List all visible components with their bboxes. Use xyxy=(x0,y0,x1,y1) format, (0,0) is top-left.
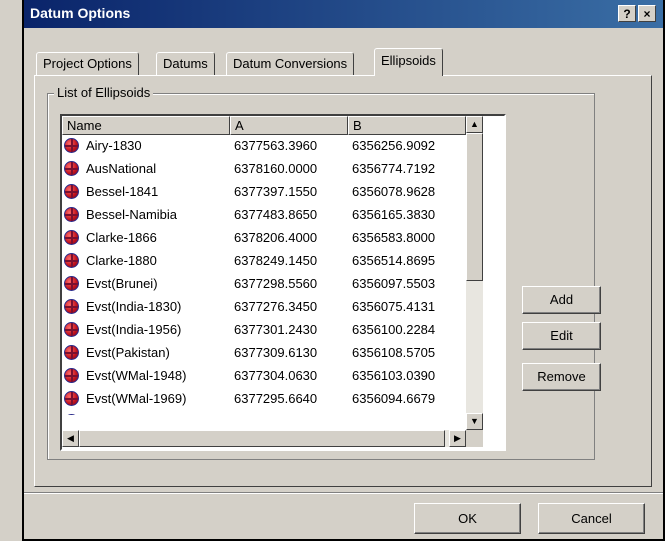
list-item[interactable]: Clarke-1880 6378249.1450 6356514.8695 xyxy=(62,250,466,273)
help-button[interactable]: ? xyxy=(618,5,636,22)
semi-major-axis: 6377298.5560 xyxy=(234,276,318,291)
tab-project-options[interactable]: Project Options xyxy=(36,52,139,76)
globe-icon xyxy=(64,276,79,291)
semi-major-axis: 6378160.0000 xyxy=(234,161,318,176)
semi-major-axis: 6377295.6640 xyxy=(234,391,318,406)
semi-major-axis: 6377563.3960 xyxy=(234,138,318,153)
ok-button[interactable]: OK xyxy=(414,503,521,534)
datum-options-dialog: Datum Options ? × Project Options Datums… xyxy=(22,0,665,541)
semi-minor-axis: 6356097.5503 xyxy=(352,276,436,291)
vertical-scroll-thumb[interactable] xyxy=(466,133,483,281)
ellipsoid-name: Evst(Brunei) xyxy=(86,276,158,291)
globe-icon xyxy=(64,414,79,415)
globe-icon xyxy=(64,207,79,222)
footer-divider xyxy=(24,492,663,494)
scroll-down-button[interactable]: ▼ xyxy=(466,413,483,430)
ellipsoid-name: Clarke-1880 xyxy=(86,253,157,268)
semi-minor-axis: 6356100.2284 xyxy=(352,322,436,337)
list-header: Name A B xyxy=(62,116,466,135)
edit-button[interactable]: Edit xyxy=(522,322,601,350)
scroll-corner xyxy=(466,430,483,447)
list-item[interactable]: Bessel-1841 6377397.1550 6356078.9628 xyxy=(62,181,466,204)
semi-major-axis: 6378249.1450 xyxy=(234,253,318,268)
column-header-b[interactable]: B xyxy=(348,116,466,135)
scroll-right-button[interactable]: ▶ xyxy=(449,430,466,447)
ellipsoid-name: Evst(Pakistan) xyxy=(86,345,170,360)
ellipsoid-name: Bessel-Namibia xyxy=(86,207,178,222)
globe-icon xyxy=(64,299,79,314)
list-item[interactable]: Evst(India-1830) 6377276.3450 6356075.4131 xyxy=(62,296,466,319)
semi-minor-axis: 6356075.4131 xyxy=(352,299,436,314)
list-item[interactable]: Evst(India-1956) 6377301.2430 6356100.2284 xyxy=(62,319,466,342)
horizontal-scroll-thumb[interactable] xyxy=(79,430,445,447)
ellipsoids-group: List of Ellipsoids Name A B Airy-1830 637… xyxy=(47,85,601,460)
vertical-scrollbar[interactable]: ▲ ▼ xyxy=(466,116,483,430)
semi-major-axis: 6377304.0630 xyxy=(234,368,318,383)
semi-minor-axis: 6356103.0390 xyxy=(352,368,436,383)
list-item[interactable]: Airy-1830 6377563.3960 6356256.9092 xyxy=(62,135,466,158)
semi-minor-axis: 6356256.9092 xyxy=(352,138,436,153)
semi-major-axis: 6377276.3450 xyxy=(234,299,318,314)
ellipsoid-name: Evst(India-1956) xyxy=(86,322,182,337)
title-bar: Datum Options ? × xyxy=(24,0,663,28)
ellipsoids-panel: List of Ellipsoids Name A B Airy-1830 637… xyxy=(34,75,652,487)
ellipsoid-name: Bessel-1841 xyxy=(86,184,159,199)
scroll-up-button[interactable]: ▲ xyxy=(466,116,483,133)
globe-icon xyxy=(64,368,79,383)
semi-major-axis: 6377397.1550 xyxy=(234,184,318,199)
semi-major-axis: 6377301.2430 xyxy=(234,322,318,337)
add-button[interactable]: Add xyxy=(522,286,601,314)
ellipsoid-list[interactable]: Name A B Airy-1830 6377563.3960 6356256.90… xyxy=(60,114,506,451)
group-label: List of Ellipsoids xyxy=(54,85,154,100)
semi-minor-axis: 6356165.3830 xyxy=(352,207,436,222)
list-item[interactable]: Evst(WMal-1969) 6377295.6640 6356094.6679 xyxy=(62,388,466,411)
horizontal-scrollbar[interactable]: ◀ ▶ xyxy=(62,430,466,447)
globe-icon xyxy=(64,322,79,337)
ellipsoid-name: AusNational xyxy=(86,161,157,176)
window-title: Datum Options xyxy=(30,5,131,21)
close-button[interactable]: × xyxy=(638,5,656,22)
semi-minor-axis: 6356094.6679 xyxy=(352,391,436,406)
ellipsoid-name: Clarke-1866 xyxy=(86,230,157,245)
globe-icon xyxy=(64,161,79,176)
semi-minor-axis: 6356078.9628 xyxy=(352,184,436,199)
globe-icon xyxy=(64,184,79,199)
semi-minor-axis: 6356108.5705 xyxy=(352,345,436,360)
ellipsoid-name: Evst(India-1830) xyxy=(86,299,182,314)
semi-minor-axis: 6356583.8000 xyxy=(352,230,436,245)
ellipsoid-name: Evst(WMal-1969) xyxy=(86,391,187,406)
tab-ellipsoids[interactable]: Ellipsoids xyxy=(374,48,443,76)
semi-major-axis: 6378206.4000 xyxy=(234,230,318,245)
globe-icon xyxy=(64,230,79,245)
globe-icon xyxy=(64,253,79,268)
background-strip xyxy=(0,0,22,541)
tab-datum-conversions[interactable]: Datum Conversions xyxy=(226,52,355,76)
semi-minor-axis: 6356514.8695 xyxy=(352,253,436,268)
semi-minor-axis: 6356774.7192 xyxy=(352,161,436,176)
list-item[interactable]: Evst(Brunei) 6377298.5560 6356097.5503 xyxy=(62,273,466,296)
globe-icon xyxy=(64,138,79,153)
semi-major-axis: 6377483.8650 xyxy=(234,207,318,222)
list-rows: Airy-1830 6377563.3960 6356256.9092 AusNati… xyxy=(62,135,466,415)
tab-datums[interactable]: Datums xyxy=(156,52,215,76)
ellipsoid-name: Evst(WMal-1948) xyxy=(86,368,187,383)
list-item-partial xyxy=(62,411,466,415)
list-item[interactable]: Evst(Pakistan) 6377309.6130 6356108.5705 xyxy=(62,342,466,365)
list-item[interactable]: Clarke-1866 6378206.4000 6356583.8000 xyxy=(62,227,466,250)
list-item[interactable]: Bessel-Namibia 6377483.8650 6356165.3830 xyxy=(62,204,466,227)
semi-major-axis: 6377309.6130 xyxy=(234,345,318,360)
globe-icon xyxy=(64,345,79,360)
globe-icon xyxy=(64,391,79,406)
cancel-button[interactable]: Cancel xyxy=(538,503,645,534)
column-header-a[interactable]: A xyxy=(230,116,348,135)
scroll-left-button[interactable]: ◀ xyxy=(62,430,79,447)
list-item[interactable]: AusNational 6378160.0000 6356774.7192 xyxy=(62,158,466,181)
list-item[interactable]: Evst(WMal-1948) 6377304.0630 6356103.0390 xyxy=(62,365,466,388)
remove-button[interactable]: Remove xyxy=(522,363,601,391)
ellipsoid-name: Airy-1830 xyxy=(86,138,142,153)
column-header-name[interactable]: Name xyxy=(62,116,230,135)
